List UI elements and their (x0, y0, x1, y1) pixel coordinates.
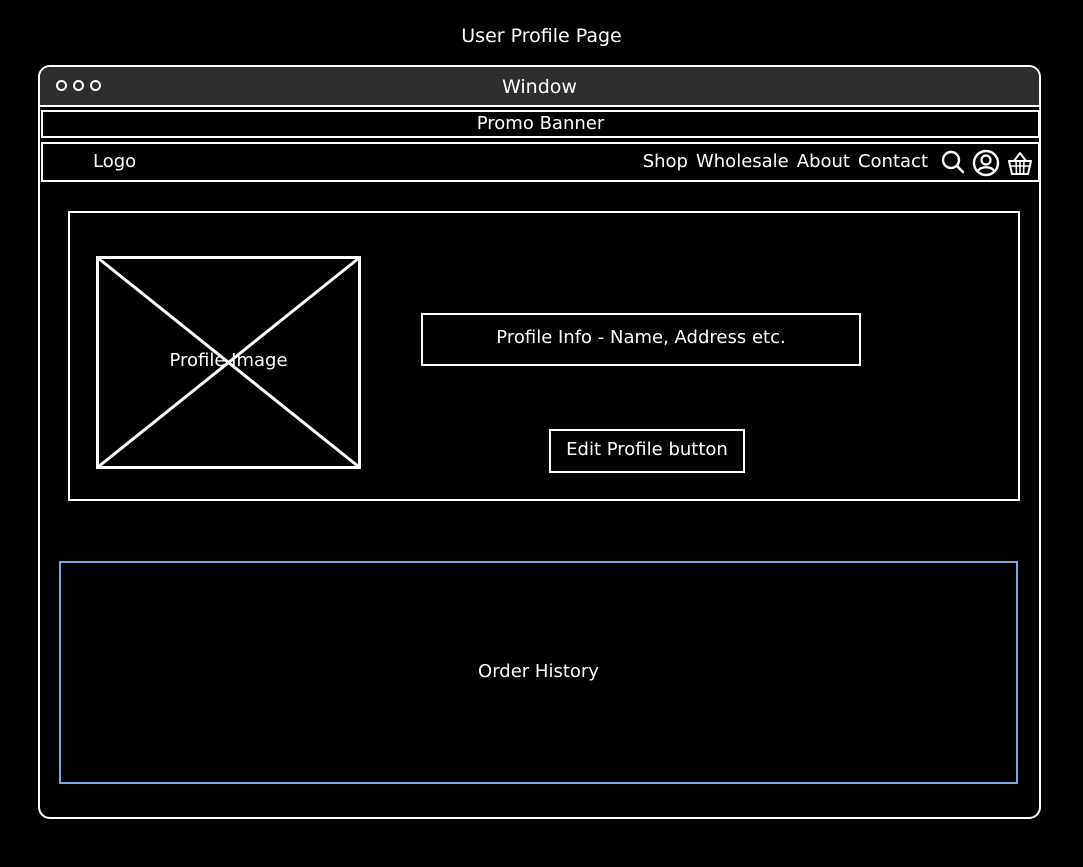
order-history-section: Order History (59, 561, 1018, 784)
window-title: Window (502, 76, 577, 98)
profile-card: Profile Image Profile Info - Name, Addre… (68, 211, 1020, 501)
nav-link-contact[interactable]: Contact (858, 144, 928, 180)
browser-window: Window Promo Banner Logo Shop Wholesale … (38, 65, 1041, 819)
nav-bar: Logo Shop Wholesale About Contact (41, 142, 1039, 182)
profile-info-box: Profile Info - Name, Address etc. (421, 313, 861, 366)
nav-links: Shop Wholesale About Contact (643, 144, 928, 180)
nav-link-about[interactable]: About (797, 144, 850, 180)
nav-link-wholesale[interactable]: Wholesale (696, 144, 789, 180)
profile-image-placeholder: Profile Image (96, 256, 361, 469)
search-icon[interactable] (940, 149, 966, 175)
user-icon[interactable] (972, 149, 1000, 177)
nav-icons (940, 149, 1034, 177)
page-title: User Profile Page (461, 25, 622, 47)
logo[interactable]: Logo (93, 144, 136, 180)
edit-profile-button[interactable]: Edit Profile button (549, 429, 745, 473)
basket-icon[interactable] (1006, 149, 1034, 177)
nav-link-shop[interactable]: Shop (643, 144, 688, 180)
profile-image-label: Profile Image (169, 350, 288, 371)
window-titlebar: Window (40, 67, 1039, 107)
promo-banner: Promo Banner (41, 110, 1039, 138)
